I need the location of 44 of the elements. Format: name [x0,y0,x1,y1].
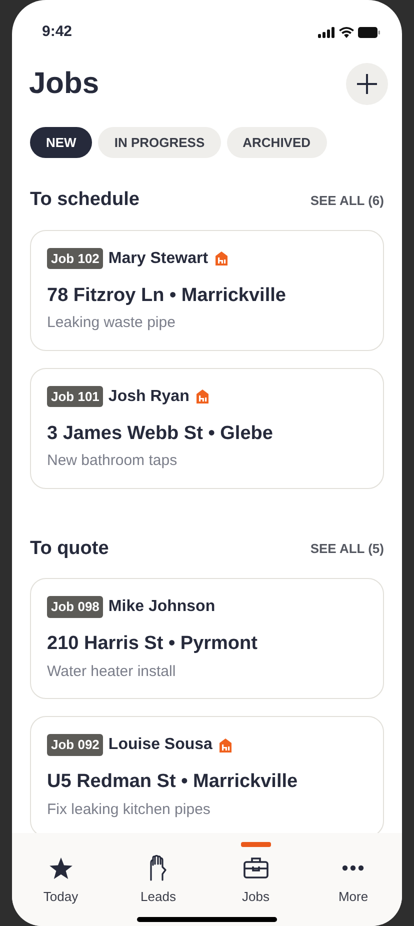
house-badge-icon [215,251,228,266]
more-icon [342,865,364,871]
star-icon [48,856,73,880]
filter-tab[interactable]: IN PROGRESS [98,127,221,158]
toolbox-icon [242,857,269,879]
filter-tab[interactable]: ARCHIVED [226,127,327,158]
filter-tab[interactable]: NEW [30,127,92,158]
see-all-link[interactable]: SEE ALL (5) [310,539,384,558]
job-number: Job 101 [47,386,104,408]
job-description: Leaking waste pipe [47,313,176,333]
signal-icon [318,26,335,38]
house-badge-icon [196,389,210,404]
job-number: Job 092 [47,734,104,756]
add-button[interactable] [346,62,388,104]
job-address: 3 James Webb St • Glebe [47,422,274,446]
wifi-icon [339,26,354,38]
job-address: 78 Fitzroy Ln • Marrickville [47,284,287,308]
job-card[interactable]: Job 102 Mary Stewart 78 Fitzroy Ln • Marrickville Leaking waste pipe [30,230,384,350]
see-all-link[interactable]: SEE ALL (6) [310,190,384,210]
customer-name: Mary Stewart [108,248,208,268]
status-time: 9:42 [42,22,72,42]
section-title: To schedule [30,188,140,212]
job-address: 210 Harris St • Pyrmont [47,632,258,656]
page-title: Jobs [29,66,100,102]
job-number: Job 102 [47,248,104,270]
job-address: U5 Redman St • Marrickville [47,770,299,794]
nav-tab[interactable]: Leads [110,833,207,917]
section-title: To quote [30,536,109,560]
raised-hand-icon [148,855,168,881]
battery-icon [358,26,380,38]
job-description: Water heater install [47,662,177,682]
job-card[interactable]: Job 101 Josh Ryan 3 James Webb St • Glebe New bathroom taps [30,368,384,488]
job-description: Fix leaking kitchen pipes [47,800,212,820]
plus-icon [356,72,378,94]
customer-name: Louise Sousa [108,735,212,755]
nav-tab[interactable]: Jobs [207,833,304,917]
house-badge-icon [219,738,232,752]
job-number: Job 098 [47,596,104,618]
job-description: New bathroom taps [47,451,178,471]
job-card[interactable]: Job 098 Mike Johnson 210 Harris St • Pyrmont Water heater install [30,578,384,699]
customer-name: Josh Ryan [108,386,190,406]
nav-tab[interactable]: Today [12,833,110,917]
nav-tab[interactable]: More [304,833,402,917]
customer-name: Mike Johnson [108,597,216,617]
